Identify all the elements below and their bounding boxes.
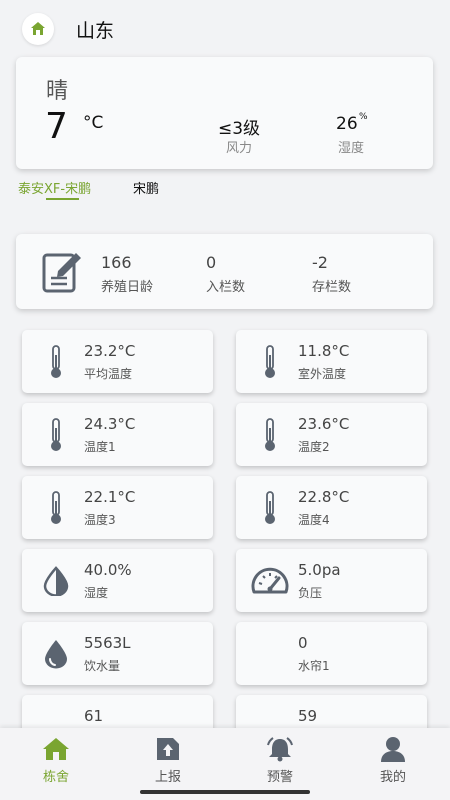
sensor-value: 5563L <box>84 634 131 652</box>
inventory-label: 存栏数 <box>312 280 352 295</box>
user-icon <box>358 734 428 762</box>
gauge-icon <box>248 561 292 601</box>
stock-in-value: 0 <box>206 253 217 272</box>
sensor-tile-temp-1[interactable]: 24.3°C 温度1 <box>22 403 213 466</box>
thermometer-icon <box>252 342 288 382</box>
sensor-value: 23.2°C <box>84 342 136 360</box>
sensor-value: 59 <box>298 707 318 725</box>
sensor-value: 0 <box>298 634 308 652</box>
wind-value: ≤3级 <box>217 119 261 139</box>
sensor-value: 23.6°C <box>298 415 350 433</box>
edit-document-icon <box>42 252 82 298</box>
nav-item-profile[interactable]: 我的 <box>358 734 428 785</box>
stock-in-label: 入栏数 <box>206 280 246 295</box>
active-tab-indicator <box>46 198 79 200</box>
breeding-age-value: 166 <box>101 253 132 272</box>
home-icon[interactable] <box>22 13 54 45</box>
thermometer-icon <box>252 415 288 455</box>
humidity-value: 26 <box>336 114 358 134</box>
sensor-value: 5.0pa <box>298 561 341 579</box>
thermometer-icon <box>38 415 74 455</box>
sensor-label: 温度2 <box>298 440 330 454</box>
humidity-label: 湿度 <box>338 141 365 156</box>
thermometer-icon <box>38 342 74 382</box>
sensor-tile-temp-2[interactable]: 23.6°C 温度2 <box>236 403 427 466</box>
sensor-label: 水帘1 <box>298 659 330 673</box>
app-header: 山东 <box>22 12 114 46</box>
sensor-value: 22.1°C <box>84 488 136 506</box>
sensor-label: 平均温度 <box>84 367 133 381</box>
sensor-value: 22.8°C <box>298 488 350 506</box>
sensor-tile-outdoor-temp[interactable]: 11.8°C 室外温度 <box>236 330 427 393</box>
sensor-tile-temp-4[interactable]: 22.8°C 温度4 <box>236 476 427 539</box>
temperature-value: 7 <box>45 106 68 147</box>
alarm-bell-icon <box>245 734 315 762</box>
humidity-unit: % <box>359 112 368 122</box>
sensor-tile-temp-3[interactable]: 22.1°C 温度3 <box>22 476 213 539</box>
thermometer-icon <box>252 488 288 528</box>
sensor-value: 61 <box>84 707 104 725</box>
nav-item-alerts[interactable]: 预警 <box>245 734 315 785</box>
sensor-tile-water-intake[interactable]: 5563L 饮水量 <box>22 622 213 685</box>
sensor-label: 湿度 <box>84 586 109 600</box>
sensor-label: 温度1 <box>84 440 116 454</box>
nav-label: 预警 <box>266 770 293 785</box>
summary-card: 166 养殖日龄 0 入栏数 -2 存栏数 <box>16 234 433 309</box>
sensor-label: 室外温度 <box>298 367 347 381</box>
tab-farm-taian[interactable]: 泰安XF-宋鹏 <box>18 178 91 197</box>
sensor-tile-humidity[interactable]: 40.0% 湿度 <box>22 549 213 612</box>
breeding-age-label: 养殖日龄 <box>101 280 154 295</box>
sensor-label: 饮水量 <box>84 659 121 673</box>
location-title: 山东 <box>76 19 115 42</box>
sensor-tile-water-curtain[interactable]: 0 水帘1 <box>236 622 427 685</box>
report-icon <box>133 734 203 762</box>
humidity-drop-icon <box>38 561 74 601</box>
sensor-tile-pressure[interactable]: 5.0pa 负压 <box>236 549 427 612</box>
wind-label: 风力 <box>225 141 252 156</box>
sensor-tile-avg-temp[interactable]: 23.2°C 平均温度 <box>22 330 213 393</box>
sensor-label: 温度3 <box>84 513 116 527</box>
weather-condition: 晴 <box>46 79 69 104</box>
nav-label: 我的 <box>379 770 406 785</box>
sensor-label: 负压 <box>298 586 323 600</box>
home-indicator-bar <box>140 790 310 794</box>
temperature-unit: °C <box>83 113 104 133</box>
inventory-value: -2 <box>312 253 328 272</box>
sensor-value: 40.0% <box>84 561 132 579</box>
thermometer-icon <box>38 488 74 528</box>
house-icon <box>21 734 91 762</box>
tab-farm-songpeng[interactable]: 宋鹏 <box>133 178 159 197</box>
water-drop-icon <box>38 634 74 674</box>
sensor-label: 温度4 <box>298 513 330 527</box>
nav-item-report[interactable]: 上报 <box>133 734 203 785</box>
sensor-value: 11.8°C <box>298 342 350 360</box>
nav-item-barns[interactable]: 栋舍 <box>21 734 91 785</box>
weather-card: 晴 7 °C ≤3级 风力 26 % 湿度 <box>16 57 433 169</box>
nav-label: 栋舍 <box>42 770 69 785</box>
sensor-value: 24.3°C <box>84 415 136 433</box>
nav-label: 上报 <box>154 770 181 785</box>
